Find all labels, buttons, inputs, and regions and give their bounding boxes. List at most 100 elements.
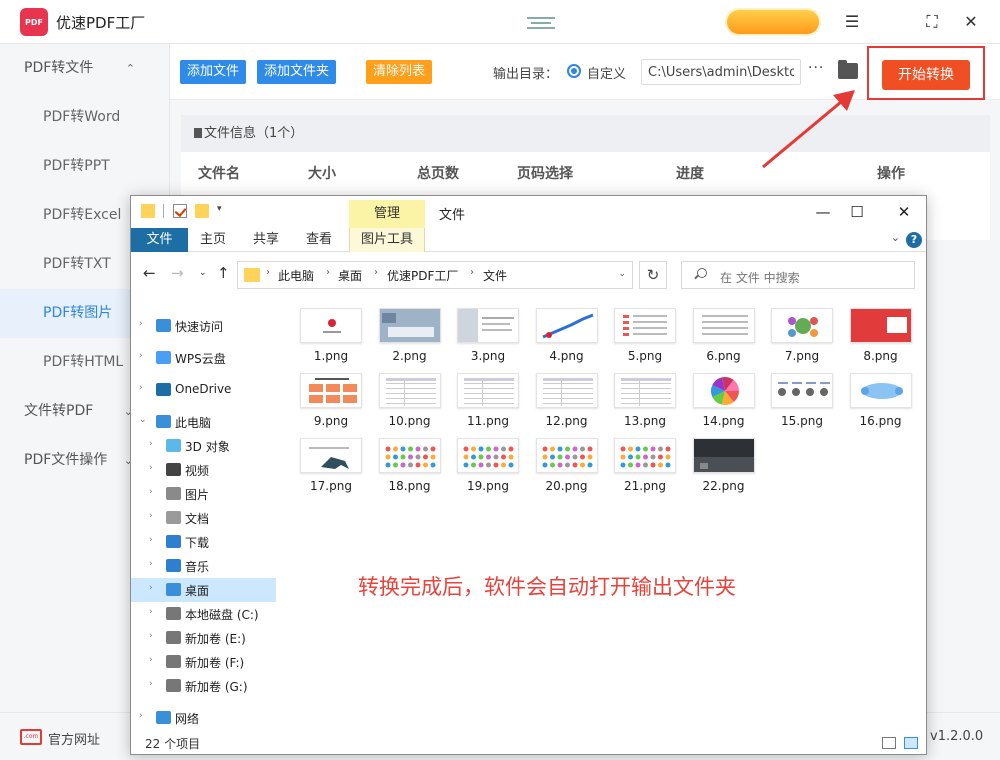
- back-arrow-icon[interactable]: ←: [143, 264, 156, 282]
- nav-item-14[interactable]: › 新加卷 (G:): [131, 674, 276, 698]
- file-item[interactable]: 4.png: [534, 304, 600, 366]
- file-item[interactable]: 22.png: [691, 434, 757, 496]
- nav-item-10[interactable]: › 桌面: [131, 578, 276, 602]
- recent-dropdown-icon[interactable]: ⌄: [199, 268, 207, 278]
- custom-radio-label[interactable]: 自定义: [587, 63, 626, 82]
- nav-item-8[interactable]: › 下载: [131, 530, 276, 554]
- tab-picture-tools[interactable]: 图片工具: [349, 228, 425, 252]
- file-item[interactable]: 17.png: [298, 434, 364, 496]
- file-item[interactable]: 2.png: [377, 304, 443, 366]
- manage-context-tab[interactable]: 管理: [349, 200, 425, 228]
- forward-arrow-icon[interactable]: →: [171, 264, 184, 282]
- chevron-right-icon[interactable]: ›: [149, 511, 153, 521]
- search-input[interactable]: [681, 261, 915, 289]
- tab-home[interactable]: 主页: [194, 228, 232, 252]
- chevron-right-icon[interactable]: ›: [149, 439, 153, 449]
- chevron-down-icon[interactable]: ⌄: [891, 231, 900, 244]
- nav-item-9[interactable]: › 音乐: [131, 554, 276, 578]
- file-item[interactable]: 9.png: [298, 369, 364, 431]
- chevron-right-icon[interactable]: ›: [139, 711, 143, 721]
- file-item[interactable]: 14.png: [691, 369, 757, 431]
- chevron-right-icon[interactable]: ›: [149, 679, 153, 689]
- start-convert-button[interactable]: 开始转换: [882, 60, 970, 90]
- breadcrumb-desktop[interactable]: 桌面: [338, 267, 362, 284]
- more-options-button[interactable]: ···: [808, 60, 824, 76]
- nav-item-4[interactable]: › 3D 对象: [131, 434, 276, 458]
- chevron-down-icon[interactable]: ⌄: [618, 269, 626, 279]
- breadcrumb-this-pc[interactable]: 此电脑: [278, 267, 314, 284]
- chevron-down-icon[interactable]: ⌄: [139, 415, 147, 425]
- file-item[interactable]: 6.png: [691, 304, 757, 366]
- chevron-right-icon[interactable]: ›: [139, 383, 143, 393]
- new-folder-icon[interactable]: [195, 204, 209, 218]
- chevron-right-icon[interactable]: ›: [326, 267, 330, 278]
- file-item[interactable]: 3.png: [455, 304, 521, 366]
- help-icon[interactable]: ?: [906, 232, 922, 248]
- file-item[interactable]: 5.png: [612, 304, 678, 366]
- chevron-right-icon[interactable]: ›: [149, 607, 153, 617]
- large-icons-view-icon[interactable]: [904, 737, 918, 749]
- nav-item-0[interactable]: › 快速访问: [131, 314, 276, 338]
- website-link[interactable]: 官方网址: [48, 729, 100, 748]
- details-view-icon[interactable]: [882, 737, 896, 749]
- chevron-right-icon[interactable]: ›: [149, 583, 153, 593]
- chevron-up-icon[interactable]: ⌃: [126, 44, 135, 93]
- file-item[interactable]: 8.png: [848, 304, 914, 366]
- file-item[interactable]: 20.png: [534, 434, 600, 496]
- file-item[interactable]: 7.png: [769, 304, 835, 366]
- file-item[interactable]: 13.png: [612, 369, 678, 431]
- nav-item-6[interactable]: › 图片: [131, 482, 276, 506]
- chevron-right-icon[interactable]: ›: [149, 559, 153, 569]
- folder-icon[interactable]: [141, 204, 155, 218]
- chevron-right-icon[interactable]: ›: [470, 267, 474, 278]
- chevron-right-icon[interactable]: ›: [266, 267, 270, 278]
- nav-item-5[interactable]: › 视频: [131, 458, 276, 482]
- nav-item-12[interactable]: › 新加卷 (E:): [131, 626, 276, 650]
- nav-item-7[interactable]: › 文档: [131, 506, 276, 530]
- add-file-button[interactable]: 添加文件: [180, 60, 247, 84]
- file-item[interactable]: 1.png: [298, 304, 364, 366]
- chevron-right-icon[interactable]: ›: [139, 351, 143, 361]
- promo-banner-button[interactable]: [725, 8, 821, 36]
- file-item[interactable]: 15.png: [769, 369, 835, 431]
- chevron-right-icon[interactable]: ›: [149, 535, 153, 545]
- menu-icon[interactable]: ☰: [840, 10, 864, 34]
- nav-item-3[interactable]: ⌄ 此电脑: [131, 410, 276, 434]
- nav-item-1[interactable]: › WPS云盘: [131, 346, 276, 370]
- custom-radio[interactable]: [567, 64, 581, 78]
- chevron-right-icon[interactable]: ›: [139, 319, 143, 329]
- close-icon[interactable]: ✕: [892, 202, 916, 222]
- open-folder-icon[interactable]: [838, 60, 858, 79]
- nav-item-11[interactable]: › 本地磁盘 (C:): [131, 602, 276, 626]
- quick-access-dropdown-icon[interactable]: ▾: [217, 204, 222, 214]
- sidebar-item-1[interactable]: PDF转Word: [0, 93, 169, 142]
- file-item[interactable]: 21.png: [612, 434, 678, 496]
- nav-item-2[interactable]: › OneDrive: [131, 378, 276, 402]
- chevron-right-icon[interactable]: ›: [149, 631, 153, 641]
- chevron-right-icon[interactable]: ›: [374, 267, 378, 278]
- breadcrumb-app-folder[interactable]: 优速PDF工厂: [387, 267, 458, 284]
- minimize-icon[interactable]: —: [811, 202, 835, 222]
- chevron-right-icon[interactable]: ›: [149, 463, 153, 473]
- breadcrumb-files[interactable]: 文件: [483, 267, 507, 284]
- properties-icon[interactable]: [173, 204, 187, 218]
- nav-item-15[interactable]: › 网络: [131, 706, 276, 730]
- refresh-icon[interactable]: ↻: [639, 261, 667, 289]
- file-item[interactable]: 19.png: [455, 434, 521, 496]
- up-arrow-icon[interactable]: ↑: [217, 264, 230, 282]
- clear-list-button[interactable]: 清除列表: [366, 60, 433, 84]
- file-item[interactable]: 12.png: [534, 369, 600, 431]
- file-item[interactable]: 10.png: [377, 369, 443, 431]
- tab-view[interactable]: 查看: [300, 228, 338, 252]
- website-icon[interactable]: .com: [20, 729, 42, 745]
- chevron-right-icon[interactable]: ›: [149, 655, 153, 665]
- sidebar-item-2[interactable]: PDF转PPT: [0, 142, 169, 191]
- chevron-right-icon[interactable]: ›: [149, 487, 153, 497]
- address-bar[interactable]: › 此电脑 › 桌面 › 优速PDF工厂 › 文件 ⌄: [237, 261, 633, 289]
- nav-item-13[interactable]: › 新加卷 (F:): [131, 650, 276, 674]
- maximize-icon[interactable]: ☐: [845, 202, 869, 222]
- close-icon[interactable]: ✕: [959, 10, 983, 34]
- file-item[interactable]: 18.png: [377, 434, 443, 496]
- add-folder-button[interactable]: 添加文件夹: [257, 60, 337, 84]
- file-item[interactable]: 11.png: [455, 369, 521, 431]
